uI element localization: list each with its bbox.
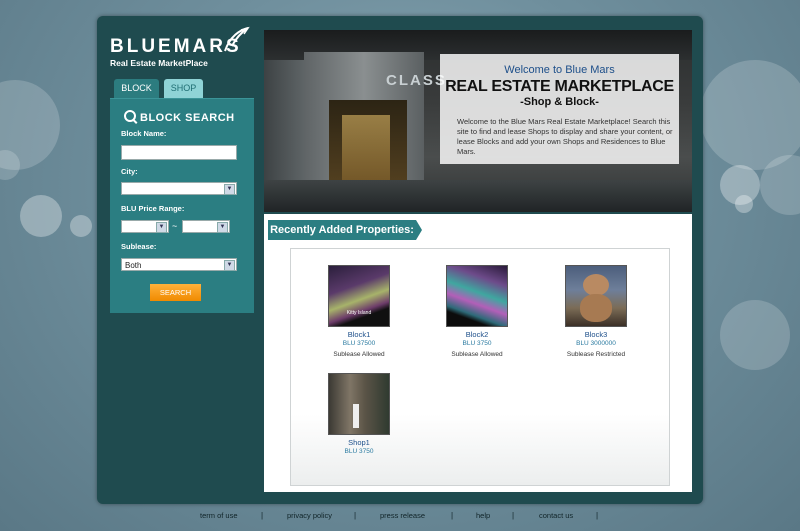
price-range-label: BLU Price Range: (121, 204, 185, 213)
property-thumbnail[interactable] (446, 265, 508, 327)
teddy-bear-head (583, 274, 609, 296)
footer-link-press[interactable]: press release (380, 511, 425, 520)
footer-link-terms[interactable]: term of use (200, 511, 238, 520)
bokeh-circle (70, 215, 92, 237)
hero-door-light (342, 115, 390, 190)
footer-separator: | (354, 511, 357, 520)
property-sublease: Sublease Allowed (451, 351, 503, 358)
property-thumbnail[interactable] (565, 265, 627, 327)
chevron-down-icon: ▼ (224, 184, 235, 195)
property-name[interactable]: Block2 (432, 330, 522, 339)
recent-properties-heading: Recently Added Properties: (268, 220, 422, 240)
property-price: BLU 3750 (344, 448, 374, 455)
bokeh-circle (735, 195, 753, 213)
hero-description: Welcome to the Blue Mars Real Estate Mar… (457, 117, 673, 156)
sublease-select-value: Both (125, 261, 142, 270)
hero-title: REAL ESTATE MARKETPLACE (445, 78, 674, 95)
chevron-down-icon: ▼ (224, 260, 235, 271)
footer-separator: | (596, 511, 599, 520)
hero-welcome-card: Welcome to Blue Mars REAL ESTATE MARKETP… (440, 54, 679, 164)
footer-separator: | (512, 511, 515, 520)
property-name[interactable]: Block3 (551, 330, 641, 339)
property-name[interactable]: Shop1 (314, 438, 404, 447)
bokeh-circle (700, 60, 800, 170)
hero-wall (264, 60, 304, 185)
thumbnail-caption: Kitty Island (346, 310, 372, 316)
footer-link-help[interactable]: help (476, 511, 490, 520)
property-thumbnail[interactable] (328, 373, 390, 435)
property-price: BLU 3750 (462, 340, 492, 347)
property-sublease: Sublease Allowed (333, 351, 385, 358)
hero-floor (264, 180, 692, 212)
footer: term of use | privacy policy | press rel… (0, 508, 800, 531)
property-card-shop1[interactable]: Shop1 BLU 3750 (314, 373, 404, 455)
chevron-down-icon: ▼ (156, 222, 167, 233)
avatar-figure (353, 404, 359, 428)
swirl-logo-icon (224, 26, 250, 52)
footer-link-privacy[interactable]: privacy policy (287, 511, 332, 520)
property-price: BLU 3000000 (576, 340, 616, 347)
chevron-down-icon: ▼ (217, 222, 228, 233)
magnifier-icon (124, 110, 136, 122)
price-min-select[interactable]: ▼ (121, 220, 169, 233)
bluemars-logo[interactable]: BLUEMARS Real Estate MarketPlace (110, 26, 250, 70)
property-card-block3[interactable]: Block3 BLU 3000000 Sublease Restricted (551, 265, 641, 358)
block-search-title: BLOCK SEARCH (124, 109, 235, 124)
property-price: BLU 37500 (342, 340, 376, 347)
logo-tagline: Real Estate MarketPlace (110, 58, 208, 68)
city-select[interactable]: ▼ (121, 182, 237, 195)
block-name-input[interactable] (121, 145, 237, 160)
footer-separator: | (261, 511, 264, 520)
block-name-label: Block Name: (121, 129, 167, 138)
price-max-select[interactable]: ▼ (182, 220, 230, 233)
hero-building-sign: CLASS (386, 72, 447, 89)
tab-shop[interactable]: SHOP (164, 79, 203, 98)
sublease-select[interactable]: Both ▼ (121, 258, 237, 271)
city-label: City: (121, 167, 138, 176)
sublease-label: Sublease: (121, 242, 157, 251)
property-card-block2[interactable]: Block2 BLU 3750 Sublease Allowed (432, 265, 522, 358)
property-sublease: Sublease Restricted (566, 351, 626, 358)
search-button[interactable]: SEARCH (150, 284, 201, 301)
tab-block[interactable]: BLOCK (114, 79, 159, 98)
price-range-separator: ~ (172, 221, 178, 231)
property-name[interactable]: Block1 (314, 330, 404, 339)
hero-subtitle: -Shop & Block- (520, 96, 599, 108)
footer-separator: | (451, 511, 454, 520)
property-thumbnail[interactable]: Kitty Island (328, 265, 390, 327)
property-card-block1[interactable]: Kitty Island Block1 BLU 37500 Sublease A… (314, 265, 404, 358)
hero-welcome-text: Welcome to Blue Mars (504, 64, 615, 76)
bokeh-circle (20, 195, 62, 237)
teddy-bear-body (580, 294, 612, 322)
footer-link-contact[interactable]: contact us (539, 511, 573, 520)
block-search-title-text: BLOCK SEARCH (140, 112, 235, 124)
bokeh-circle (720, 300, 790, 370)
